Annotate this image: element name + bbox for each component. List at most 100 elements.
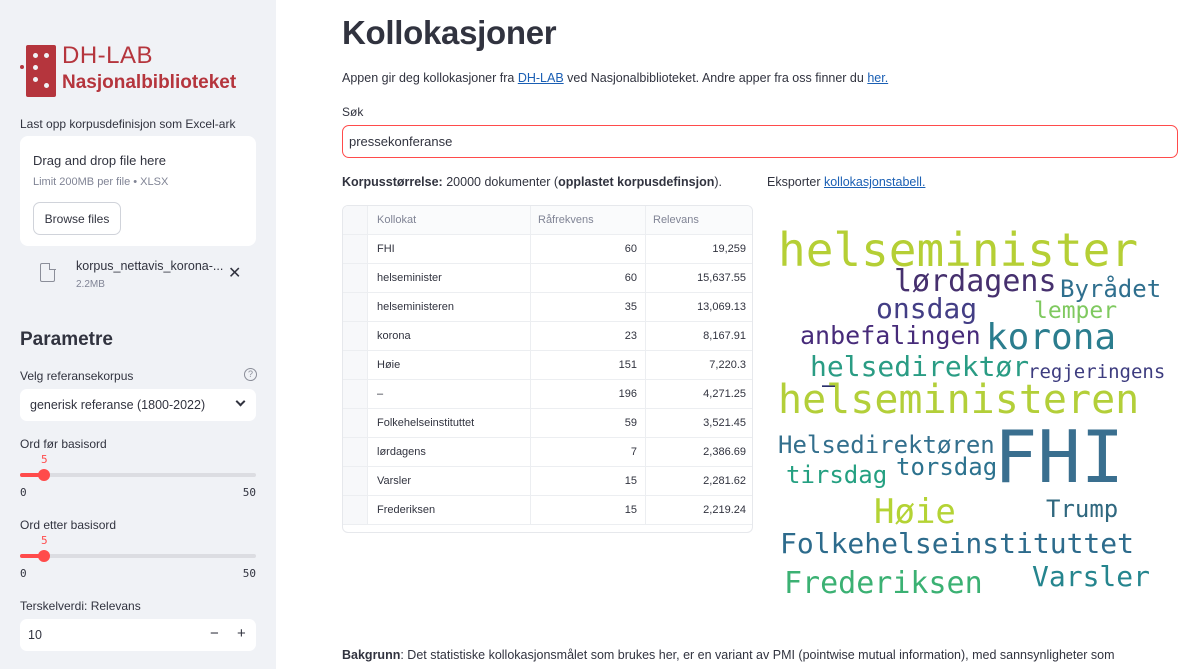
relevance-cell-box[interactable]: 4,271.25 bbox=[645, 380, 752, 408]
table-row[interactable]: Folkehelseinstituttet 59 3,521.45 bbox=[343, 409, 752, 438]
frequency-cell-box[interactable]: 7 bbox=[530, 438, 645, 466]
table-row[interactable]: Frederiksen 15 2,219.24 bbox=[343, 496, 752, 525]
table-row[interactable]: korona 23 8,167.91 bbox=[343, 322, 752, 351]
search-input[interactable] bbox=[342, 125, 1178, 158]
word-cloud: helseminister lørdagens Byrådet onsdag lempe… bbox=[770, 215, 1180, 610]
background-text: Bakgrunn: Det statistiske kollokasjonsmå… bbox=[342, 648, 1115, 662]
relevance-cell-box[interactable]: 19,259 bbox=[645, 235, 752, 263]
ref-corpus-label: Velg referansekorpus bbox=[20, 369, 134, 383]
column-header-cell[interactable]: Relevans bbox=[645, 206, 752, 234]
frequency-cell-box[interactable]: 23 bbox=[530, 322, 645, 350]
ref-corpus-value: generisk referanse (1800-2022) bbox=[30, 398, 206, 412]
row-index-cell bbox=[343, 496, 368, 524]
background-label: Bakgrunn bbox=[342, 648, 401, 662]
collocations-table[interactable]: Kollokat Råfrekvens Relevans FHI 60 19,259 hel… bbox=[342, 205, 753, 533]
collocate-cell[interactable]: – bbox=[377, 388, 383, 400]
relevance-cell-box[interactable]: 7,220.3 bbox=[645, 351, 752, 379]
relevance-cell: 15,637.55 bbox=[697, 272, 746, 284]
other-apps-link[interactable]: her. bbox=[867, 71, 888, 85]
frequency-cell: 59 bbox=[624, 417, 637, 429]
relevance-cell-box[interactable]: 2,281.62 bbox=[645, 467, 752, 495]
relevance-cell: 3,521.45 bbox=[703, 417, 746, 429]
collocate-cell[interactable]: FHI bbox=[377, 243, 395, 255]
threshold-value[interactable]: 10 bbox=[28, 628, 42, 642]
table-header: Kollokat Råfrekvens Relevans bbox=[343, 206, 752, 235]
frequency-cell-box[interactable]: 15 bbox=[530, 467, 645, 495]
browse-files-button[interactable]: Browse files bbox=[33, 202, 121, 235]
relevance-cell-box[interactable]: 8,167.91 bbox=[645, 322, 752, 350]
table-row[interactable]: helseministeren 35 13,069.13 bbox=[343, 293, 752, 322]
cloud-word: FHI bbox=[994, 415, 1125, 499]
slider-min: 0 bbox=[20, 567, 27, 580]
words-before-slider[interactable]: 5 0 50 bbox=[20, 453, 256, 499]
collocate-cell[interactable]: helseminister bbox=[377, 272, 442, 284]
increment-button[interactable]: + bbox=[237, 625, 246, 642]
collocate-cell[interactable]: Frederiksen bbox=[377, 504, 435, 516]
dh-lab-logo[interactable]: DH-LAB Nasjonalbiblioteket bbox=[20, 42, 260, 100]
export-table-link[interactable]: kollokasjonstabell. bbox=[824, 175, 925, 189]
frequency-cell-box[interactable]: 60 bbox=[530, 235, 645, 263]
frequency-cell-box[interactable]: 196 bbox=[530, 380, 645, 408]
frequency-cell-box[interactable]: 15 bbox=[530, 496, 645, 524]
relevance-cell: 8,167.91 bbox=[703, 330, 746, 342]
table-row[interactable]: helseminister 60 15,637.55 bbox=[343, 264, 752, 293]
slider-max: 50 bbox=[242, 567, 256, 580]
table-row[interactable]: Varsler 15 2,281.62 bbox=[343, 467, 752, 496]
collocate-cell[interactable]: Varsler bbox=[377, 475, 411, 487]
collocate-cell[interactable]: Folkehelseinstituttet bbox=[377, 417, 474, 429]
frequency-cell-box[interactable]: 59 bbox=[530, 409, 645, 437]
relevance-cell-box[interactable]: 3,521.45 bbox=[645, 409, 752, 437]
row-index-cell bbox=[343, 264, 368, 292]
relevance-cell: 2,386.69 bbox=[703, 446, 746, 458]
column-header[interactable]: Kollokat bbox=[377, 214, 416, 226]
slider-min: 0 bbox=[20, 486, 27, 499]
slider-thumb[interactable] bbox=[38, 469, 50, 481]
column-header: Relevans bbox=[653, 214, 699, 226]
frequency-cell-box[interactable]: 35 bbox=[530, 293, 645, 321]
dh-lab-link[interactable]: DH-LAB bbox=[518, 71, 564, 85]
collocate-cell[interactable]: helseministeren bbox=[377, 301, 454, 313]
logo-mark-icon bbox=[20, 45, 56, 97]
slider-thumb[interactable] bbox=[38, 550, 50, 562]
relevance-cell-box[interactable]: 2,219.24 bbox=[645, 496, 752, 524]
slider-track bbox=[20, 473, 256, 477]
relevance-cell-box[interactable]: 2,386.69 bbox=[645, 438, 752, 466]
dropzone-title: Drag and drop file here bbox=[33, 153, 166, 168]
uploaded-file: korpus_nettavis_korona-... 2.2MB ✕ bbox=[20, 255, 256, 297]
ref-corpus-select[interactable]: generisk referanse (1800-2022) bbox=[20, 389, 256, 421]
file-dropzone[interactable]: Drag and drop file here Limit 200MB per … bbox=[20, 136, 256, 246]
collocate-cell[interactable]: lørdagens bbox=[377, 446, 426, 458]
table-row[interactable]: FHI 60 19,259 bbox=[343, 235, 752, 264]
relevance-cell-box[interactable]: 15,637.55 bbox=[645, 264, 752, 292]
threshold-input[interactable]: 10 − + bbox=[20, 619, 256, 651]
row-index-cell bbox=[343, 409, 368, 437]
table-row[interactable]: lørdagens 7 2,386.69 bbox=[343, 438, 752, 467]
column-header-cell[interactable]: Råfrekvens bbox=[530, 206, 645, 234]
upload-label: Last opp korpusdefinisjon som Excel-ark bbox=[20, 117, 236, 131]
export-text: Eksporter kollokasjonstabell. bbox=[767, 175, 925, 189]
corpus-size: Korpusstørrelse: 20000 dokumenter (oppla… bbox=[342, 175, 722, 189]
dropzone-limit: Limit 200MB per file • XLSX bbox=[33, 176, 169, 188]
close-icon[interactable]: ✕ bbox=[228, 263, 241, 283]
frequency-cell-box[interactable]: 151 bbox=[530, 351, 645, 379]
row-index-cell bbox=[343, 235, 368, 263]
sidebar: DH-LAB Nasjonalbiblioteket Last opp korp… bbox=[0, 0, 276, 669]
cloud-word: Folkehelseinstituttet bbox=[780, 527, 1135, 560]
relevance-cell: 4,271.25 bbox=[703, 388, 746, 400]
frequency-cell-box[interactable]: 60 bbox=[530, 264, 645, 292]
table-row[interactable]: – 196 4,271.25 bbox=[343, 380, 752, 409]
cloud-word: Varsler bbox=[1032, 560, 1151, 593]
collocate-cell[interactable]: korona bbox=[377, 330, 411, 342]
frequency-cell: 35 bbox=[624, 301, 637, 313]
collocate-cell[interactable]: Høie bbox=[377, 359, 400, 371]
frequency-cell: 15 bbox=[624, 475, 637, 487]
corpus-size-label: Korpusstørrelse: bbox=[342, 175, 443, 189]
cloud-word: tirsdag bbox=[786, 461, 888, 489]
relevance-cell-box[interactable]: 13,069.13 bbox=[645, 293, 752, 321]
decrement-button[interactable]: − bbox=[210, 625, 219, 642]
words-after-slider[interactable]: 5 0 50 bbox=[20, 534, 256, 580]
row-index-cell bbox=[343, 351, 368, 379]
help-icon[interactable]: ? bbox=[244, 368, 257, 381]
table-row[interactable]: Høie 151 7,220.3 bbox=[343, 351, 752, 380]
relevance-cell: 13,069.13 bbox=[697, 301, 746, 313]
